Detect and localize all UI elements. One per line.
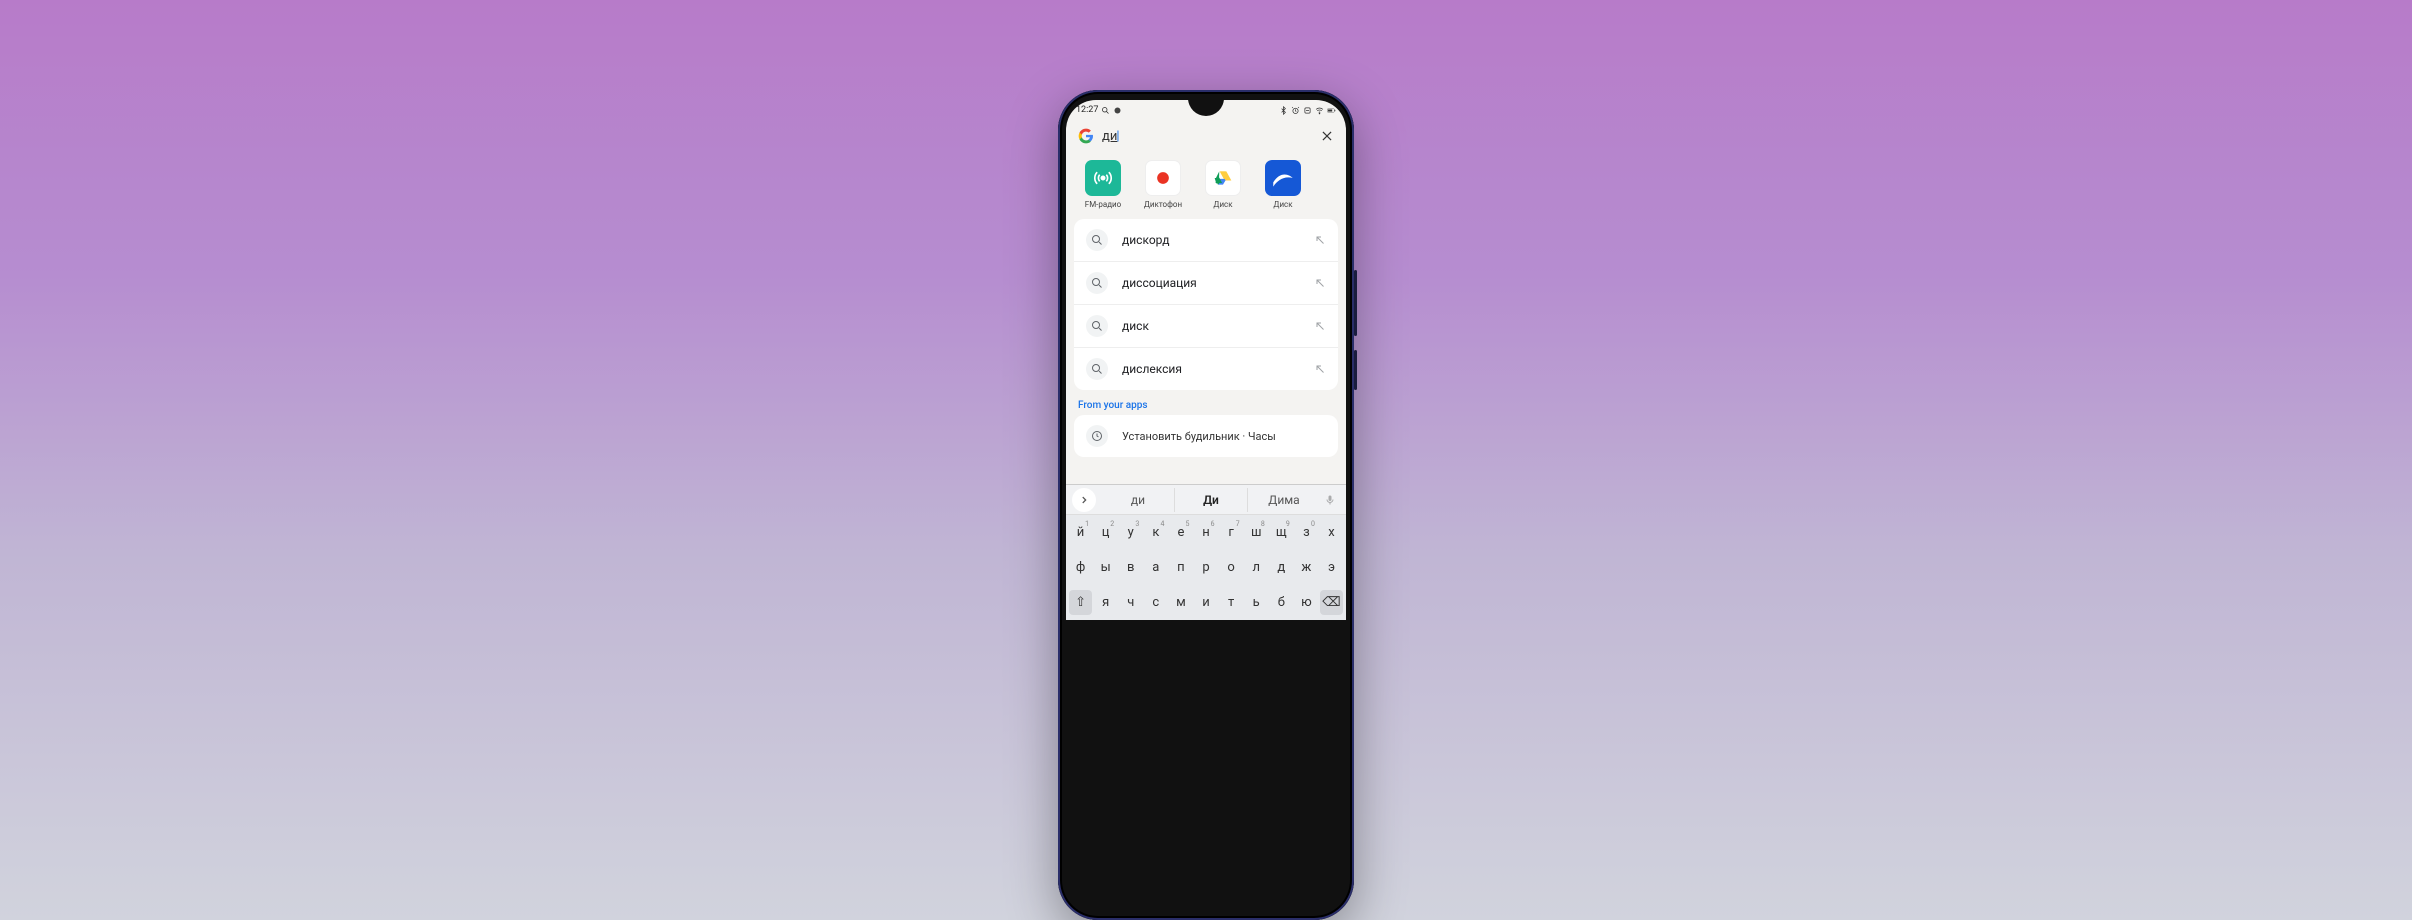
key-ж[interactable]: ж [1295,555,1318,580]
app-fm-radio[interactable]: FM-радио [1080,160,1126,209]
swoosh-icon [1270,165,1296,191]
app-result-item[interactable]: Установить будильник · Часы [1074,415,1338,457]
key-ы[interactable]: ы [1094,555,1117,580]
suggestions-list: дискорд диссоциация диск дислексия [1074,219,1338,390]
key-х[interactable]: х [1320,520,1343,545]
expand-suggestions-button[interactable] [1072,488,1096,512]
search-icon [1091,277,1103,289]
suggestion-text: дискорд [1122,233,1300,247]
search-icon [1091,363,1103,375]
key-и[interactable]: и [1194,590,1217,615]
key-⇧[interactable]: ⇧ [1069,590,1092,615]
mic-icon [1324,494,1336,506]
keyboard-suggestion-bar: ди Ди Дима [1066,485,1346,515]
app-dot-icon [1113,106,1122,115]
bluetooth-icon [1279,106,1288,115]
key-ю[interactable]: ю [1295,590,1318,615]
key-⌫[interactable]: ⌫ [1320,590,1343,615]
key-г[interactable]: г7 [1220,520,1243,545]
key-в[interactable]: в [1119,555,1142,580]
search-icon [1091,320,1103,332]
search-small-icon [1101,106,1110,115]
suggestion-text: диск [1122,319,1300,333]
suggestion-item[interactable]: дислексия [1074,347,1338,390]
search-icon [1091,234,1103,246]
app-recorder[interactable]: Диктофон [1140,160,1186,209]
key-ч[interactable]: ч [1119,590,1142,615]
section-from-apps: From your apps [1066,390,1346,415]
search-bar: ди [1066,120,1346,152]
key-т[interactable]: т [1220,590,1243,615]
key-у[interactable]: у3 [1119,520,1142,545]
key-я[interactable]: я [1094,590,1117,615]
key-м[interactable]: м [1169,590,1192,615]
suggestion-item[interactable]: диск [1074,304,1338,347]
chevron-right-icon [1079,495,1089,505]
close-icon[interactable] [1320,129,1334,143]
phone-frame: 12:27 ди [1058,90,1354,920]
key-н[interactable]: н6 [1194,520,1217,545]
key-л[interactable]: л [1245,555,1268,580]
app-label: Диск [1260,200,1306,209]
keyboard: ди Ди Дима й1ц2у3к4е5н6г7ш8щ9з0хфывапрол… [1066,484,1346,620]
key-ф[interactable]: ф [1069,555,1092,580]
key-к[interactable]: к4 [1144,520,1167,545]
key-а[interactable]: а [1144,555,1167,580]
alarm-icon [1291,106,1300,115]
google-logo-icon [1078,128,1094,144]
app-google-drive[interactable]: Диск [1200,160,1246,209]
key-с[interactable]: с [1144,590,1167,615]
kb-suggest-word[interactable]: Ди [1174,488,1247,512]
app-disk-alt[interactable]: Диск [1260,160,1306,209]
key-о[interactable]: о [1220,555,1243,580]
kb-suggest-word[interactable]: ди [1102,488,1174,512]
dnd-icon [1303,106,1312,115]
key-д[interactable]: д [1270,555,1293,580]
app-label: Диктофон [1140,200,1186,209]
key-э[interactable]: э [1320,555,1343,580]
wifi-icon [1315,106,1324,115]
key-й[interactable]: й1 [1069,520,1092,545]
suggestion-text: диссоциация [1122,276,1300,290]
key-р[interactable]: р [1194,555,1217,580]
drive-icon [1213,168,1233,188]
key-п[interactable]: п [1169,555,1192,580]
mic-button[interactable] [1320,494,1340,506]
battery-icon [1327,106,1336,115]
radio-icon [1093,168,1113,188]
key-з[interactable]: з0 [1295,520,1318,545]
key-ь[interactable]: ь [1245,590,1268,615]
apps-row: FM-радио Диктофон Диск [1066,152,1346,219]
kb-suggest-word[interactable]: Дима [1247,488,1320,512]
suggestion-text: дислексия [1122,362,1300,376]
app-result-text: Установить будильник · Часы [1122,430,1276,443]
suggestion-item[interactable]: дискорд [1074,219,1338,261]
clock-icon [1091,430,1103,442]
search-input[interactable]: ди [1102,129,1312,144]
key-б[interactable]: б [1270,590,1293,615]
insert-arrow-icon[interactable] [1314,277,1326,289]
record-icon [1153,168,1173,188]
insert-arrow-icon[interactable] [1314,320,1326,332]
status-time: 12:27 [1076,105,1098,115]
app-label: Диск [1200,200,1246,209]
phone-screen: 12:27 ди [1066,100,1346,620]
key-е[interactable]: е5 [1169,520,1192,545]
insert-arrow-icon[interactable] [1314,363,1326,375]
key-щ[interactable]: щ9 [1270,520,1293,545]
key-ш[interactable]: ш8 [1245,520,1268,545]
app-label: FM-радио [1080,200,1126,209]
suggestion-item[interactable]: диссоциация [1074,261,1338,304]
insert-arrow-icon[interactable] [1314,234,1326,246]
key-ц[interactable]: ц2 [1094,520,1117,545]
